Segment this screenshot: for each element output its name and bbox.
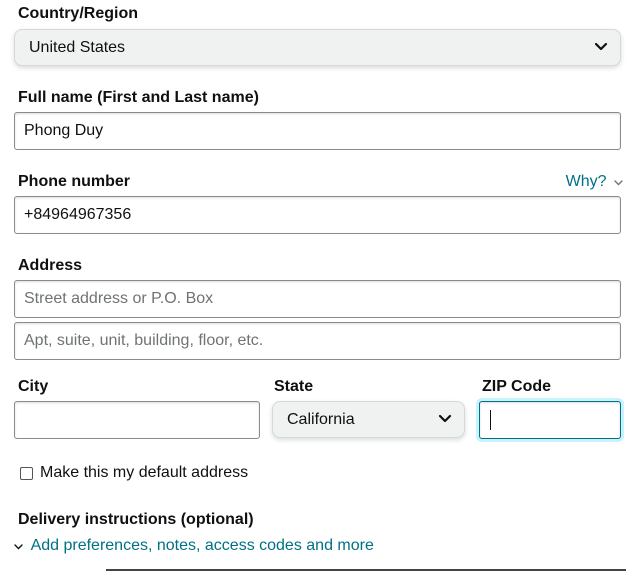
chevron-down-icon — [14, 537, 23, 555]
delivery-preferences-link[interactable]: Add preferences, notes, access codes and… — [14, 537, 374, 555]
country-label: Country/Region — [18, 5, 138, 22]
state-label: State — [274, 378, 314, 395]
state-value: California — [287, 410, 355, 428]
delivery-preferences-text: Add preferences, notes, access codes and… — [30, 537, 374, 555]
why-link[interactable]: Why? — [566, 173, 623, 191]
city-label: City — [18, 378, 49, 395]
address-line2-input[interactable] — [14, 322, 621, 360]
chevron-down-icon — [614, 173, 623, 191]
country-select[interactable]: United States — [14, 29, 621, 66]
default-address-label: Make this my default address — [40, 464, 249, 481]
delivery-heading: Delivery instructions (optional) — [18, 511, 254, 528]
country-value: United States — [29, 38, 126, 56]
phone-input[interactable] — [14, 196, 621, 234]
zip-label: ZIP Code — [482, 378, 552, 395]
full-name-input[interactable] — [14, 112, 621, 150]
why-link-text: Why? — [565, 173, 607, 191]
city-input[interactable] — [14, 401, 260, 439]
default-address-checkbox[interactable] — [20, 467, 33, 480]
text-cursor — [490, 410, 491, 430]
chevron-down-icon — [594, 39, 608, 57]
phone-label: Phone number — [18, 173, 131, 190]
address-line1-input[interactable] — [14, 280, 621, 318]
chevron-down-icon — [438, 411, 452, 429]
address-label: Address — [18, 257, 83, 274]
state-select[interactable]: California — [272, 401, 465, 438]
full-name-label: Full name (First and Last name) — [18, 89, 259, 106]
zip-input[interactable] — [479, 401, 621, 439]
